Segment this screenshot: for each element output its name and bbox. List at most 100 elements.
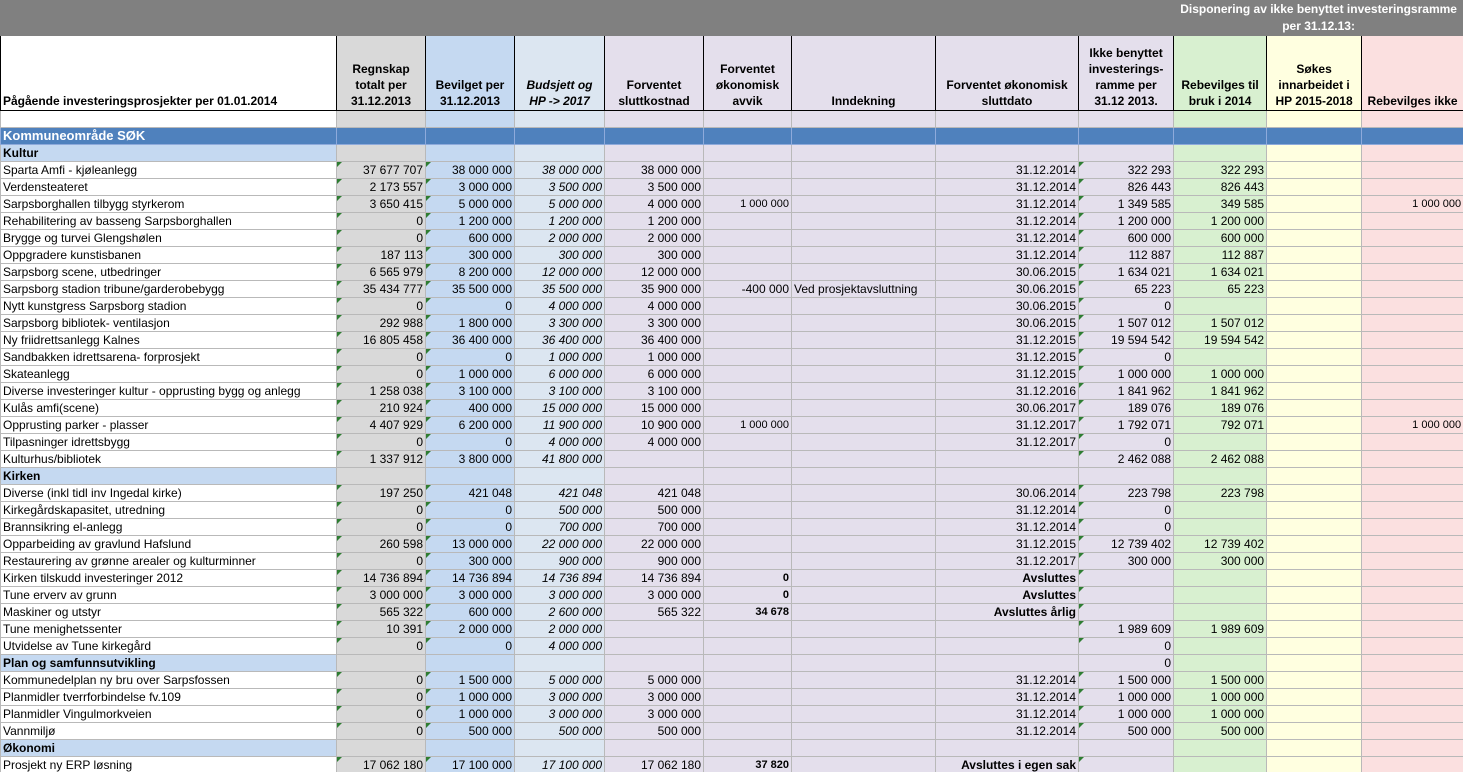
project-name-cell[interactable]: Prosjekt ny ERP løsning (0, 756, 337, 772)
bevilget-cell[interactable]: 0 (425, 518, 515, 536)
bevilget-cell[interactable]: 1 000 000 (425, 705, 515, 723)
sokes-cell[interactable] (1266, 467, 1363, 485)
forventet-sluttkostnad-cell[interactable] (604, 637, 704, 655)
regnskap-cell[interactable]: 10 391 (336, 620, 426, 638)
project-name-cell[interactable]: Tune menighetssenter (0, 620, 337, 638)
regnskap-cell[interactable]: 37 677 707 (336, 161, 426, 179)
ikke-benyttet-cell[interactable] (1077, 569, 1175, 587)
budsjett-cell[interactable]: 900 000 (514, 552, 605, 570)
regnskap-cell[interactable]: 14 736 894 (336, 569, 426, 587)
rebevilges-cell[interactable] (1173, 501, 1268, 519)
bevilget-cell[interactable]: 1 000 000 (425, 688, 515, 706)
forventet-sluttkostnad-cell[interactable]: 4 000 000 (604, 297, 704, 315)
rebevilges-ikke-cell[interactable] (1361, 603, 1463, 621)
forventet-sluttkostnad-cell[interactable]: 3 000 000 (604, 586, 704, 604)
sokes-cell[interactable] (1266, 195, 1363, 213)
forventet-sluttkostnad-cell[interactable]: 421 048 (604, 484, 704, 502)
regnskap-cell[interactable]: 0 (336, 433, 426, 451)
bevilget-cell[interactable] (425, 739, 515, 757)
ikke-benyttet-cell[interactable]: 600 000 (1077, 229, 1175, 247)
regnskap-cell[interactable]: 565 322 (336, 603, 426, 621)
forventet-sluttkostnad-cell[interactable] (604, 467, 704, 485)
project-name-cell[interactable]: Sarpsborg scene, utbedringer (0, 263, 337, 281)
sluttdato-cell[interactable]: 31.12.2014 (935, 671, 1079, 689)
project-name-cell[interactable]: Maskiner og utstyr (0, 603, 337, 621)
sokes-cell[interactable] (1266, 484, 1363, 502)
col-rebevilges[interactable]: Rebevilges til bruk i 2014 (1173, 35, 1268, 111)
sokes-cell[interactable] (1266, 263, 1363, 281)
project-name-cell[interactable]: Restaurering av grønne arealer og kultur… (0, 552, 337, 570)
forventet-sluttkostnad-cell[interactable]: 22 000 000 (604, 535, 704, 553)
inndekning-cell[interactable] (791, 365, 936, 383)
sokes-cell[interactable] (1266, 399, 1363, 417)
forventet-sluttkostnad-cell[interactable]: 2 000 000 (604, 229, 704, 247)
rebevilges-cell[interactable]: 1 200 000 (1173, 212, 1268, 230)
sokes-cell[interactable] (1266, 161, 1363, 179)
sokes-cell[interactable] (1266, 722, 1363, 740)
inndekning-cell[interactable] (791, 552, 936, 570)
project-name-cell[interactable]: Brannsikring el-anlegg (0, 518, 337, 536)
project-name-cell[interactable]: Kirken tilskudd investeringer 2012 (0, 569, 337, 587)
inndekning-cell[interactable] (791, 161, 936, 179)
budsjett-cell[interactable]: 2 000 000 (514, 620, 605, 638)
project-name-cell[interactable]: Utvidelse av Tune kirkegård (0, 637, 337, 655)
budsjett-cell[interactable]: 2 000 000 (514, 229, 605, 247)
budsjett-cell[interactable]: 500 000 (514, 501, 605, 519)
forventet-sluttkostnad-cell[interactable]: 6 000 000 (604, 365, 704, 383)
rebevilges-ikke-cell[interactable] (1361, 297, 1463, 315)
ikke-benyttet-cell[interactable]: 0 (1077, 518, 1175, 536)
sokes-cell[interactable] (1266, 569, 1363, 587)
budsjett-cell[interactable]: 22 000 000 (514, 535, 605, 553)
budsjett-cell[interactable]: 3 000 000 (514, 586, 605, 604)
ikke-benyttet-cell[interactable]: 500 000 (1077, 722, 1175, 740)
bevilget-cell[interactable]: 3 000 000 (425, 586, 515, 604)
budsjett-cell[interactable]: 14 736 894 (514, 569, 605, 587)
ikke-benyttet-cell[interactable]: 1 841 962 (1077, 382, 1175, 400)
project-name-cell[interactable]: Planmidler Vingulmorkveien (0, 705, 337, 723)
forventet-avvik-cell[interactable] (703, 331, 792, 349)
regnskap-cell[interactable]: 0 (336, 552, 426, 570)
forventet-avvik-cell[interactable] (703, 178, 792, 196)
regnskap-cell[interactable]: 0 (336, 348, 426, 366)
bevilget-cell[interactable]: 0 (425, 501, 515, 519)
forventet-avvik-cell[interactable] (703, 467, 792, 485)
rebevilges-ikke-cell[interactable] (1361, 212, 1463, 230)
forventet-avvik-cell[interactable] (703, 722, 792, 740)
forventet-avvik-cell[interactable] (703, 399, 792, 417)
inndekning-cell[interactable] (791, 331, 936, 349)
rebevilges-cell[interactable] (1173, 637, 1268, 655)
budsjett-cell[interactable]: 1 200 000 (514, 212, 605, 230)
forventet-sluttkostnad-cell[interactable]: 12 000 000 (604, 263, 704, 281)
inndekning-cell[interactable] (791, 569, 936, 587)
sluttdato-cell[interactable]: 31.12.2014 (935, 212, 1079, 230)
inndekning-cell[interactable] (791, 705, 936, 723)
rebevilges-cell[interactable]: 600 000 (1173, 229, 1268, 247)
inndekning-cell[interactable] (791, 314, 936, 332)
forventet-avvik-cell[interactable] (703, 433, 792, 451)
project-name-cell[interactable]: Plan og samfunnsutvikling (0, 654, 337, 672)
forventet-avvik-cell[interactable] (703, 450, 792, 468)
forventet-sluttkostnad-cell[interactable]: 5 000 000 (604, 671, 704, 689)
ikke-benyttet-cell[interactable] (1077, 467, 1175, 485)
bevilget-cell[interactable]: 0 (425, 637, 515, 655)
col-bevilget[interactable]: Bevilget per 31.12.2013 (425, 35, 515, 111)
bevilget-cell[interactable]: 0 (425, 297, 515, 315)
project-name-cell[interactable]: Sparta Amfi - kjøleanlegg (0, 161, 337, 179)
sluttdato-cell[interactable]: 31.12.2015 (935, 535, 1079, 553)
forventet-sluttkostnad-cell[interactable]: 35 900 000 (604, 280, 704, 298)
project-name-cell[interactable]: Opparbeiding av gravlund Hafslund (0, 535, 337, 553)
sluttdato-cell[interactable]: 31.12.2017 (935, 433, 1079, 451)
inndekning-cell[interactable] (791, 229, 936, 247)
forventet-sluttkostnad-cell[interactable]: 38 000 000 (604, 161, 704, 179)
regnskap-cell[interactable]: 2 173 557 (336, 178, 426, 196)
sluttdato-cell[interactable]: 30.06.2015 (935, 297, 1079, 315)
budsjett-cell[interactable]: 1 000 000 (514, 348, 605, 366)
col-sluttdato[interactable]: Forventet økonomisk sluttdato (935, 35, 1079, 111)
project-name-cell[interactable]: Oppgradere kunstisbanen (0, 246, 337, 264)
ikke-benyttet-cell[interactable]: 1 200 000 (1077, 212, 1175, 230)
rebevilges-ikke-cell[interactable] (1361, 705, 1463, 723)
rebevilges-cell[interactable]: 1 989 609 (1173, 620, 1268, 638)
bevilget-cell[interactable] (425, 144, 515, 162)
bevilget-cell[interactable]: 3 100 000 (425, 382, 515, 400)
sluttdato-cell[interactable]: 30.06.2015 (935, 263, 1079, 281)
